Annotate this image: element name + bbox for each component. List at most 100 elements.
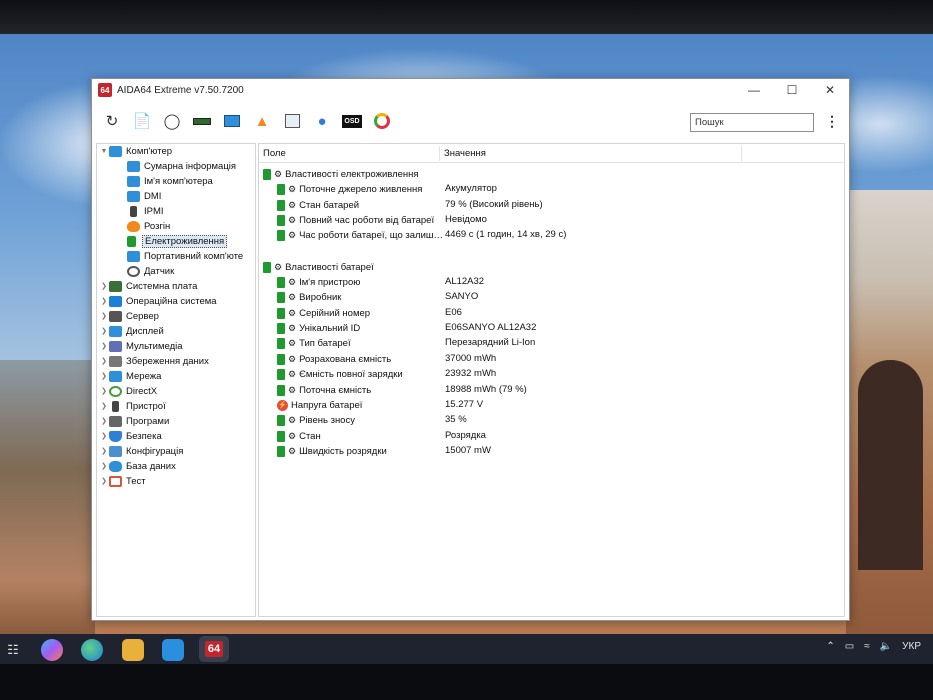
aida64-taskbar-button[interactable]: 64 (199, 636, 229, 662)
chevron-right-icon[interactable]: ❯ (99, 327, 109, 335)
group-header-battery-properties[interactable]: ⚙ Властивості батареї (263, 260, 374, 274)
refresh-icon[interactable]: ↻ (101, 110, 123, 132)
list-row[interactable]: ⚙ Серійний номер (277, 306, 370, 320)
toolbar: ↻ 📄 ◯ ▲ ● OSD Пошук ⋮ (92, 105, 849, 137)
tree-item-sensor[interactable]: Датчик (127, 264, 174, 278)
list-row[interactable]: ⚙ Ім'я пристрою (277, 275, 360, 289)
volume-icon[interactable]: 🔈 (880, 641, 892, 652)
calendar-icon[interactable] (281, 110, 303, 132)
chevron-right-icon[interactable]: ❯ (99, 357, 109, 365)
task-view-icon[interactable]: ☷ (2, 639, 24, 661)
details-list[interactable]: Поле Значення ⚙ Властивості електроживле… (258, 143, 845, 617)
tree-item-motherboard[interactable]: ❯ Системна плата (99, 279, 197, 293)
chevron-up-icon[interactable]: ⌃ (826, 641, 834, 652)
battery-icon[interactable]: ▭ (845, 641, 854, 652)
chevron-right-icon[interactable]: ❯ (99, 282, 109, 290)
gauge-icon[interactable] (371, 110, 393, 132)
column-divider[interactable] (741, 146, 742, 161)
list-row[interactable]: ⚡ Напруга батареї (277, 398, 362, 412)
maximize-button[interactable]: ☐ (773, 79, 811, 101)
list-row[interactable]: ⚙ Швидкість розрядки (277, 444, 387, 458)
gauge-icon (127, 265, 140, 277)
tree-item-label: Конфігурація (126, 445, 184, 457)
column-divider[interactable] (439, 146, 440, 161)
list-row[interactable]: ⚙ Рівень зносу (277, 413, 355, 427)
group-header-power-properties[interactable]: ⚙ Властивості електроживлення (263, 167, 419, 181)
tree-item-display[interactable]: ❯ Дисплей (99, 324, 164, 338)
wifi-icon[interactable]: ≈ (864, 641, 870, 652)
list-row[interactable]: ⚙ Тип батареї (277, 336, 351, 350)
report-icon[interactable]: 📄 (131, 110, 153, 132)
copilot-icon[interactable] (41, 639, 63, 661)
title-bar[interactable]: 64 AIDA64 Extreme v7.50.7200 — ☐ ✕ (92, 79, 849, 101)
tree-item-devices[interactable]: ❯ Пристрої (99, 399, 166, 413)
chevron-right-icon[interactable]: ❯ (99, 417, 109, 425)
field-value: 15.277 V (445, 399, 484, 410)
disk-drive-icon[interactable]: ◯ (161, 110, 183, 132)
close-button[interactable]: ✕ (811, 79, 849, 101)
network-computer-icon[interactable] (221, 110, 243, 132)
list-row[interactable]: ⚙ Ємність повної зарядки (277, 367, 403, 381)
chevron-right-icon[interactable]: ❯ (99, 372, 109, 380)
battery-icon (263, 261, 271, 273)
memory-icon[interactable] (191, 110, 213, 132)
chevron-down-icon[interactable]: ▼ (99, 148, 109, 155)
tree-item-label: Системна плата (126, 280, 198, 292)
search-input[interactable]: Пошук (690, 113, 814, 132)
aida64-window: 64 AIDA64 Extreme v7.50.7200 — ☐ ✕ ↻ 📄 ◯… (91, 78, 850, 621)
list-row[interactable]: ⚙ Стан (277, 429, 321, 443)
field-label: Повний час роботи від батареї (299, 214, 435, 226)
flame-icon[interactable]: ▲ (251, 110, 273, 132)
chevron-right-icon[interactable]: ❯ (99, 297, 109, 305)
chevron-right-icon[interactable]: ❯ (99, 447, 109, 455)
file-explorer-icon[interactable] (122, 639, 144, 661)
tree-item-directx[interactable]: ❯ DirectX (99, 384, 157, 398)
osd-icon[interactable]: OSD (341, 110, 363, 132)
list-row[interactable]: ⚙ Повний час роботи від батареї (277, 213, 434, 227)
tree-item-computer[interactable]: ▼ Комп'ютер (99, 144, 172, 158)
more-menu-icon[interactable]: ⋮ (825, 113, 839, 130)
tree-item-os[interactable]: ❯ Операційна система (99, 294, 217, 308)
chevron-right-icon[interactable]: ❯ (99, 462, 109, 470)
chevron-right-icon[interactable]: ❯ (99, 312, 109, 320)
chevron-right-icon[interactable]: ❯ (99, 342, 109, 350)
chevron-right-icon[interactable]: ❯ (99, 432, 109, 440)
tree-item-computer-name[interactable]: Ім'я комп'ютера (127, 174, 213, 188)
taskbar: ☷ 64 ⌃ ▭ ≈ 🔈 УКР (0, 634, 933, 664)
tree-item-dmi[interactable]: DMI (127, 189, 161, 203)
chevron-right-icon[interactable]: ❯ (99, 477, 109, 485)
tree-item-storage[interactable]: ❯ Збереження даних (99, 354, 209, 368)
column-header-field[interactable]: Поле (263, 148, 286, 159)
tree-item-ipmi[interactable]: IPMI (127, 204, 164, 218)
minimize-button[interactable]: — (735, 79, 773, 101)
tree-item-power[interactable]: Електроживлення (127, 234, 228, 248)
tree-item-security[interactable]: ❯ Безпека (99, 429, 162, 443)
chevron-right-icon[interactable]: ❯ (99, 402, 109, 410)
language-indicator[interactable]: УКР (902, 641, 921, 652)
column-header-value[interactable]: Значення (444, 148, 486, 159)
user-icon[interactable]: ● (311, 110, 333, 132)
tree-item-configuration[interactable]: ❯ Конфігурація (99, 444, 183, 458)
tree-item-network[interactable]: ❯ Мережа (99, 369, 161, 383)
list-row[interactable]: ⚙ Унікальний ID (277, 321, 360, 335)
field-value: 37000 mWh (445, 353, 497, 364)
navigation-tree[interactable]: ▼ Комп'ютер Сумарна інформація Ім'я комп… (96, 143, 256, 617)
list-row[interactable]: ⚙ Час роботи батареї, що залиш… (277, 228, 443, 242)
list-row[interactable]: ⚙ Поточна ємність (277, 383, 371, 397)
tree-item-portable[interactable]: Портативний комп'юте (127, 249, 243, 263)
list-row[interactable]: ⚙ Розрахована ємність (277, 352, 391, 366)
field-value: 15007 mW (445, 445, 491, 456)
tree-item-overclock[interactable]: Розгін (127, 219, 170, 233)
chevron-right-icon[interactable]: ❯ (99, 387, 109, 395)
tree-item-database[interactable]: ❯ База даних (99, 459, 176, 473)
tree-item-test[interactable]: ❯ Тест (99, 474, 146, 488)
mail-icon[interactable] (162, 639, 184, 661)
tree-item-server[interactable]: ❯ Сервер (99, 309, 159, 323)
list-row[interactable]: ⚙ Поточне джерело живлення (277, 182, 422, 196)
tree-item-multimedia[interactable]: ❯ Мультимедіа (99, 339, 183, 353)
list-row[interactable]: ⚙ Виробник (277, 290, 341, 304)
tree-item-programs[interactable]: ❯ Програми (99, 414, 169, 428)
edge-browser-icon[interactable] (81, 639, 103, 661)
list-row[interactable]: ⚙ Стан батарей (277, 198, 359, 212)
tree-item-summary[interactable]: Сумарна інформація (127, 159, 236, 173)
